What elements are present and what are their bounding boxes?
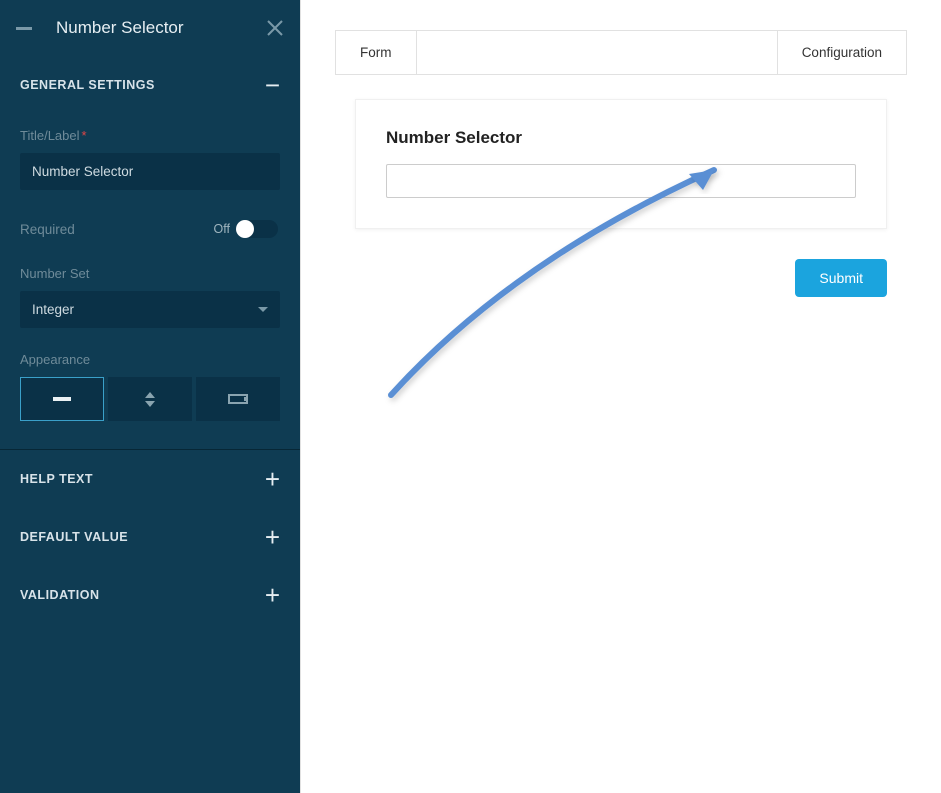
appearance-option-spinner[interactable] <box>108 377 192 421</box>
close-icon[interactable] <box>266 19 284 37</box>
select-value: Integer <box>32 302 74 317</box>
toggle-wrap: Off <box>214 220 278 238</box>
label-text: Title/Label <box>20 128 80 143</box>
number-set-label: Number Set <box>20 266 280 281</box>
section-header-validation[interactable]: VALIDATION + <box>0 566 300 624</box>
tab-configuration[interactable]: Configuration <box>777 31 906 74</box>
slider-icon <box>228 394 248 404</box>
required-toggle[interactable] <box>236 220 278 238</box>
required-asterisk: * <box>82 128 87 143</box>
preview-card: Number Selector <box>355 99 887 229</box>
spinner-icon <box>145 392 155 407</box>
tab-spacer <box>417 31 777 74</box>
required-label: Required <box>20 222 75 237</box>
toggle-knob <box>236 220 254 238</box>
chevron-down-icon <box>258 307 268 312</box>
section-header-help-text[interactable]: HELP TEXT + <box>0 450 300 508</box>
sidebar-title: Number Selector <box>56 18 266 38</box>
plus-icon: + <box>265 582 280 608</box>
minus-icon: − <box>265 72 280 98</box>
title-label-field-label: Title/Label* <box>20 128 280 143</box>
section-header-general[interactable]: GENERAL SETTINGS − <box>0 56 300 114</box>
sidebar-header: Number Selector <box>0 0 300 56</box>
appearance-options <box>20 377 280 421</box>
appearance-option-slider[interactable] <box>196 377 280 421</box>
line-input-icon <box>53 397 71 401</box>
required-toggle-row: Required Off <box>20 220 280 238</box>
collapsed-sections: HELP TEXT + DEFAULT VALUE + VALIDATION + <box>0 449 300 624</box>
section-header-default-value[interactable]: DEFAULT VALUE + <box>0 508 300 566</box>
appearance-label: Appearance <box>20 352 280 367</box>
section-title: HELP TEXT <box>20 472 93 486</box>
preview-widget-title: Number Selector <box>386 128 856 148</box>
submit-row: Submit <box>335 259 887 297</box>
toggle-state-text: Off <box>214 222 230 236</box>
submit-button[interactable]: Submit <box>795 259 887 297</box>
plus-icon: + <box>265 466 280 492</box>
main-preview-area: Form Configuration Number Selector Submi… <box>300 0 941 793</box>
plus-icon: + <box>265 524 280 550</box>
section-body-general: Title/Label* Required Off Number Set Int… <box>0 114 300 441</box>
drag-handle-icon[interactable] <box>16 27 32 30</box>
section-title: GENERAL SETTINGS <box>20 78 155 92</box>
section-title: VALIDATION <box>20 588 100 602</box>
tab-bar: Form Configuration <box>335 30 907 75</box>
section-title: DEFAULT VALUE <box>20 530 128 544</box>
number-selector-preview-input[interactable] <box>386 164 856 198</box>
title-label-input[interactable] <box>20 153 280 190</box>
tab-form[interactable]: Form <box>336 31 417 74</box>
appearance-option-line[interactable] <box>20 377 104 421</box>
number-set-select[interactable]: Integer <box>20 291 280 328</box>
settings-sidebar: Number Selector GENERAL SETTINGS − Title… <box>0 0 300 793</box>
